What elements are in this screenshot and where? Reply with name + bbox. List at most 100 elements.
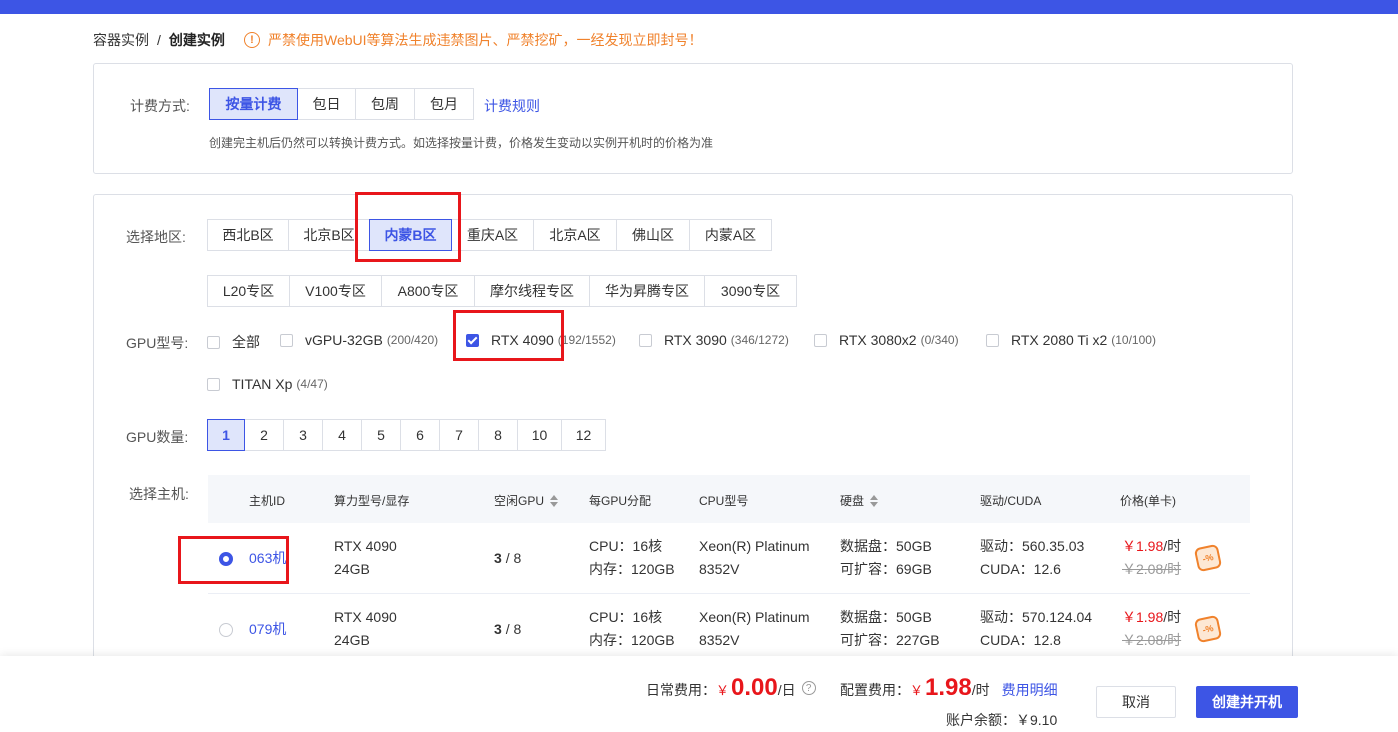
cuda: CUDA：12.8 xyxy=(980,632,1061,648)
gpu-count-options: 1 2 3 4 5 6 7 8 10 12 xyxy=(207,419,606,451)
table-row[interactable]: 063机 RTX 4090 24GB 3 / 8 CPU：16核 内存：120G… xyxy=(208,523,1250,594)
region-option[interactable]: 内蒙A区 xyxy=(689,219,772,251)
checkbox[interactable] xyxy=(814,333,827,347)
config-cost: 配置费用： ￥ 1.98 /时 费用明细 xyxy=(840,674,1058,702)
checkbox[interactable] xyxy=(986,333,999,347)
billing-option-payg[interactable]: 按量计费 xyxy=(209,88,298,120)
currency-symbol: ￥ xyxy=(910,683,924,698)
column-header: 价格(单卡) xyxy=(1120,494,1176,508)
sort-icon[interactable] xyxy=(550,494,559,507)
cost-detail-link[interactable]: 费用明细 xyxy=(1002,680,1058,700)
breadcrumb-parent[interactable]: 容器实例 xyxy=(93,30,149,50)
gpu-option-name: vGPU-32GB xyxy=(305,332,383,348)
cuda: CUDA：12.6 xyxy=(980,561,1061,577)
host-label: 选择主机: xyxy=(129,486,189,502)
gpu-option-name: RTX 3090 xyxy=(664,332,727,348)
gpu-count-option[interactable]: 3 xyxy=(283,419,323,451)
billing-label: 计费方式: xyxy=(130,98,190,114)
mem-alloc: 内存：120GB xyxy=(589,561,675,577)
gpu-count-option[interactable]: 2 xyxy=(244,419,284,451)
cpu-alloc: CPU：16核 xyxy=(589,609,663,625)
gpu-count-option[interactable]: 6 xyxy=(400,419,440,451)
gpu-option-rtx3090[interactable]: RTX 3090 (346/1272) xyxy=(639,332,789,348)
gpu-option-rtx3080x2[interactable]: RTX 3080x2 (0/340) xyxy=(814,332,959,348)
gpu-option-count: (346/1272) xyxy=(730,333,789,347)
row-radio[interactable] xyxy=(219,623,233,637)
column-header-sortable[interactable]: 硬盘 xyxy=(840,492,879,509)
gpu-option-name: RTX 2080 Ti x2 xyxy=(1011,332,1108,348)
sort-icon[interactable] xyxy=(870,494,879,507)
gpu-option-count: (192/1552) xyxy=(557,333,616,347)
region-option[interactable]: L20专区 xyxy=(207,275,290,307)
driver: 驱动：570.124.04 xyxy=(980,609,1093,625)
gpu-model: RTX 4090 xyxy=(334,538,397,554)
region-option[interactable]: 3090专区 xyxy=(704,275,797,307)
cpu-model: Xeon(R) Platinum xyxy=(699,538,810,554)
gpu-vram: 24GB xyxy=(334,632,370,648)
gpu-option-count: (10/100) xyxy=(1111,333,1156,347)
checkbox[interactable] xyxy=(207,377,220,391)
gpu-model: RTX 4090 xyxy=(334,609,397,625)
region-option[interactable]: 西北B区 xyxy=(207,219,289,251)
highlight-box-host xyxy=(178,536,289,584)
region-option[interactable]: V100专区 xyxy=(289,275,382,307)
billing-options: 按量计费 包日 包周 包月 xyxy=(209,88,474,120)
region-options-row2: L20专区 V100专区 A800专区 摩尔线程专区 华为昇腾专区 3090专区 xyxy=(207,275,797,307)
mem-alloc: 内存：120GB xyxy=(589,632,675,648)
disk-expandable: 可扩容：69GB xyxy=(840,561,932,577)
checkbox[interactable] xyxy=(280,333,293,347)
gpu-count-option[interactable]: 7 xyxy=(439,419,479,451)
help-icon[interactable]: ? xyxy=(801,681,816,695)
checkbox[interactable] xyxy=(207,335,220,349)
region-option[interactable]: 北京A区 xyxy=(533,219,617,251)
config-cost-label: 配置费用： xyxy=(840,682,910,698)
region-options-row1: 西北B区 北京B区 内蒙B区 重庆A区 北京A区 佛山区 内蒙A区 xyxy=(207,219,772,251)
billing-rules-link[interactable]: 计费规则 xyxy=(484,96,540,116)
original-price: ￥2.08/时 xyxy=(1122,632,1182,648)
gpu-count-option[interactable]: 12 xyxy=(561,419,606,451)
disk: 数据盘：50GB xyxy=(840,609,932,625)
gpu-option-titanxp[interactable]: TITAN Xp (4/47) xyxy=(207,376,328,392)
region-option[interactable]: 摩尔线程专区 xyxy=(474,275,590,307)
gpu-count-option[interactable]: 10 xyxy=(517,419,562,451)
discount-badge-icon: -% xyxy=(1193,543,1223,573)
cpu-alloc: CPU：16核 xyxy=(589,538,663,554)
billing-option-daily[interactable]: 包日 xyxy=(297,88,356,120)
gpu-model-label: GPU型号: xyxy=(126,335,189,351)
region-option-selected[interactable]: 内蒙B区 xyxy=(369,219,452,251)
gpu-count-option-selected[interactable]: 1 xyxy=(207,419,245,451)
host-table-header: 主机ID 算力型号/显存 空闲GPU 每GPU分配 CPU型号 硬盘 驱动/CU… xyxy=(208,475,1250,523)
checkbox[interactable] xyxy=(639,333,652,347)
billing-option-monthly[interactable]: 包月 xyxy=(414,88,474,120)
create-and-start-button[interactable]: 创建并开机 xyxy=(1196,686,1298,718)
account-balance: 账户余额：￥9.10 xyxy=(946,712,1058,728)
daily-cost-label: 日常费用： xyxy=(646,682,716,698)
table-row[interactable]: 079机 RTX 4090 24GB 3 / 8 CPU：16核 内存：120G… xyxy=(208,594,1250,665)
free-gpu: 3 / 8 xyxy=(494,621,522,637)
gpu-vram: 24GB xyxy=(334,561,370,577)
cpu-model: Xeon(R) Platinum xyxy=(699,609,810,625)
region-option[interactable]: A800专区 xyxy=(381,275,475,307)
billing-option-weekly[interactable]: 包周 xyxy=(355,88,415,120)
config-cost-value: 1.98 xyxy=(925,674,972,701)
region-option[interactable]: 佛山区 xyxy=(616,219,690,251)
gpu-count-option[interactable]: 8 xyxy=(478,419,518,451)
column-header-sortable[interactable]: 空闲GPU xyxy=(494,492,559,509)
gpu-option-all[interactable]: 全部 xyxy=(207,332,260,352)
region-option[interactable]: 重庆A区 xyxy=(451,219,534,251)
original-price: ￥2.08/时 xyxy=(1122,561,1182,577)
free-gpu: 3 / 8 xyxy=(494,550,522,566)
breadcrumb: 容器实例 / 创建实例 xyxy=(93,30,225,50)
cancel-button[interactable]: 取消 xyxy=(1096,686,1176,718)
column-header: 算力型号/显存 xyxy=(334,494,410,508)
gpu-count-option[interactable]: 4 xyxy=(322,419,362,451)
gpu-option-count: (0/340) xyxy=(920,333,959,347)
price: ￥1.98/时 xyxy=(1122,609,1182,625)
gpu-option-rtx2080ti[interactable]: RTX 2080 Ti x2 (10/100) xyxy=(986,332,1156,348)
gpu-option-vgpu[interactable]: vGPU-32GB (200/420) xyxy=(280,332,438,348)
cpu-model-sku: 8352V xyxy=(699,561,740,577)
region-option[interactable]: 华为昇腾专区 xyxy=(589,275,705,307)
gpu-count-option[interactable]: 5 xyxy=(361,419,401,451)
daily-cost-value: 0.00 xyxy=(731,674,778,701)
host-id[interactable]: 079机 xyxy=(249,618,286,641)
